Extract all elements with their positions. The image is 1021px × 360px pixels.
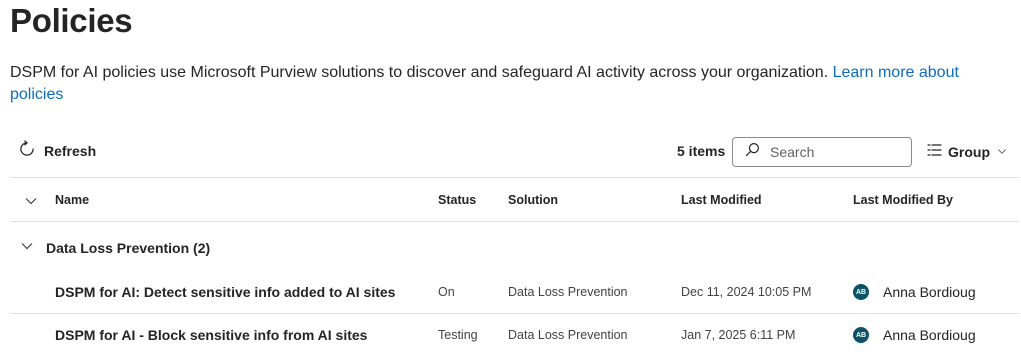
policy-last-modified: Dec 11, 2024 10:05 PM — [681, 285, 812, 299]
avatar: AB — [853, 284, 869, 300]
policy-status: Testing — [438, 328, 478, 342]
refresh-label: Refresh — [44, 142, 97, 159]
group-header-label: Data Loss Prevention (2) — [46, 239, 211, 256]
items-count: 5 items — [677, 143, 726, 159]
group-label: Group — [948, 143, 990, 160]
policy-status: On — [438, 285, 455, 299]
column-header-status[interactable]: Status — [438, 193, 476, 207]
group-chevron-icon — [20, 239, 34, 256]
chevron-down-icon — [996, 144, 1008, 160]
policy-name[interactable]: DSPM for AI - Block sensitive info from … — [55, 315, 367, 355]
group-list-icon — [926, 142, 942, 161]
search-box[interactable] — [732, 137, 912, 167]
collapse-all-chevron-icon[interactable] — [24, 194, 38, 213]
modified-by-name: Anna Bordioug — [883, 327, 976, 343]
policy-solution: Data Loss Prevention — [508, 285, 628, 299]
refresh-icon — [18, 140, 36, 161]
policy-last-modified-by: AB Anna Bordioug — [853, 272, 976, 312]
avatar: AB — [853, 327, 869, 343]
group-button[interactable]: Group — [926, 142, 1008, 161]
policy-last-modified-by: AB Anna Bordioug — [853, 315, 976, 355]
row-divider — [10, 313, 1019, 314]
toolbar: Refresh 5 items Group — [0, 134, 1021, 170]
description-text: DSPM for AI policies use Microsoft Purvi… — [10, 64, 829, 81]
column-header-last-modified-by[interactable]: Last Modified By — [853, 193, 953, 207]
refresh-button[interactable]: Refresh — [18, 140, 96, 161]
policy-solution: Data Loss Prevention — [508, 328, 628, 342]
policy-last-modified: Jan 7, 2025 6:11 PM — [681, 328, 796, 342]
policy-name[interactable]: DSPM for AI: Detect sensitive info added… — [55, 272, 395, 312]
header-divider — [10, 221, 1019, 222]
search-icon — [745, 142, 760, 162]
table-row[interactable]: DSPM for AI: Detect sensitive info added… — [10, 272, 1019, 312]
column-header-last-modified[interactable]: Last Modified — [681, 193, 762, 207]
modified-by-name: Anna Bordioug — [883, 284, 976, 300]
table-row[interactable]: DSPM for AI - Block sensitive info from … — [10, 315, 1019, 355]
column-header-solution[interactable]: Solution — [508, 193, 558, 207]
toolbar-divider — [10, 177, 1019, 178]
column-header-name[interactable]: Name — [55, 193, 89, 207]
search-input[interactable] — [768, 143, 902, 161]
group-header-data-loss-prevention[interactable]: Data Loss Prevention (2) — [20, 239, 210, 256]
page-description: DSPM for AI policies use Microsoft Purvi… — [10, 62, 1000, 106]
page-title: Policies — [10, 2, 133, 39]
